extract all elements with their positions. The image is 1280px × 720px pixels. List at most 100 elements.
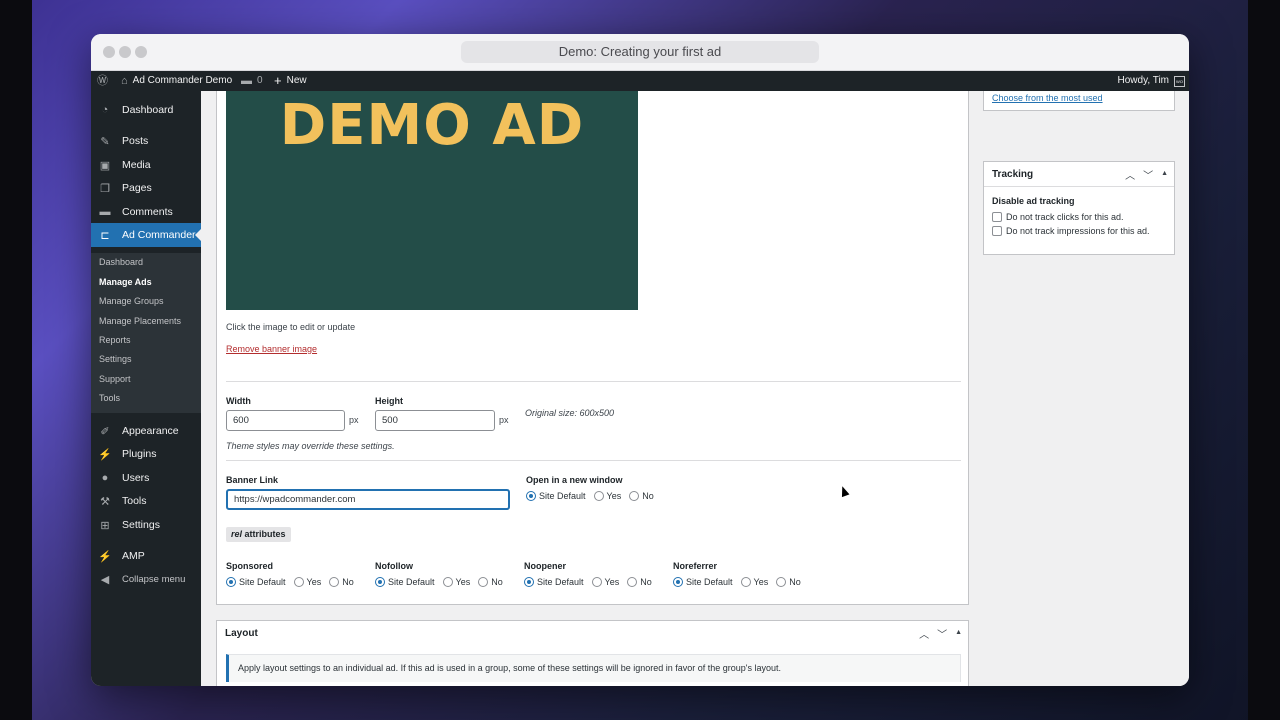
site-name-link[interactable]: ⌂ Ad Commander Demo	[121, 71, 232, 91]
radio-button[interactable]	[776, 577, 787, 587]
checkbox-label: Do not track impressions for this ad.	[1006, 226, 1150, 236]
rel-attributes-toggle[interactable]: rel attributes	[226, 527, 291, 542]
collapse-panel-icon[interactable]: ▲	[955, 626, 962, 641]
submenu-item-manage-groups[interactable]: Manage Groups	[99, 296, 164, 306]
radio-button[interactable]	[293, 577, 304, 587]
comments-link[interactable]: ▬ 0	[241, 71, 263, 91]
nofollow-option-site-default[interactable]: Site Default	[375, 577, 435, 587]
noopener-option-no[interactable]: No	[627, 577, 652, 587]
radio-button[interactable]	[524, 577, 534, 587]
submenu-item-dashboard[interactable]: Dashboard	[99, 257, 143, 267]
sidebar-item-plugins[interactable]: ⚡ Plugins	[91, 442, 201, 466]
new-label: New	[286, 75, 307, 86]
sidebar-item-media[interactable]: ▣ Media	[91, 153, 201, 177]
banner-image-text: DEMO AD	[279, 93, 585, 158]
remove-banner-link[interactable]: Remove banner image	[226, 344, 317, 354]
option-label: Yes	[455, 577, 471, 587]
collapse-panel-icon[interactable]: ▲	[1161, 167, 1168, 182]
sponsored-option-yes[interactable]: Yes	[293, 577, 322, 587]
submenu-item-settings[interactable]: Settings	[99, 354, 132, 364]
new-content-link[interactable]: + New	[274, 71, 307, 91]
zoom-window-button[interactable]	[135, 46, 147, 58]
sidebar-item-users[interactable]: ● Users	[91, 466, 201, 490]
submenu-item-reports[interactable]: Reports	[99, 335, 131, 345]
move-down-icon[interactable]: ﹀	[937, 626, 947, 641]
submenu-item-manage-ads[interactable]: Manage Ads	[99, 277, 152, 287]
radio-button[interactable]	[593, 491, 604, 501]
sidebar-item-amp[interactable]: ⚡ AMP	[91, 544, 201, 568]
track-clicks-option[interactable]: Do not track clicks for this ad.	[992, 212, 1124, 222]
noopener-option-site-default[interactable]: Site Default	[524, 577, 584, 587]
sponsored-option-no[interactable]: No	[329, 577, 354, 587]
wordpress-logo-icon[interactable]: Ⓦ	[97, 71, 108, 91]
account-menu[interactable]: Howdy, Tim WO	[1117, 71, 1185, 91]
submenu-item-support[interactable]: Support	[99, 374, 131, 384]
divider	[226, 460, 961, 461]
sidebar-item-dashboard[interactable]: ◔ Dashboard	[91, 98, 201, 122]
new-window-option-site-default[interactable]: Site Default	[526, 491, 586, 501]
move-up-icon[interactable]: ︿	[1125, 167, 1135, 182]
panel-controls: ︿ ﹀ ▲	[919, 626, 962, 641]
radio-button[interactable]	[442, 577, 453, 587]
noreferrer-option-yes[interactable]: Yes	[740, 577, 769, 587]
amp-icon: ⚡	[98, 550, 112, 563]
ad-commander-submenu: Dashboard Manage Ads Manage Groups Manag…	[91, 253, 201, 413]
close-window-button[interactable]	[103, 46, 115, 58]
radio-button[interactable]	[226, 577, 236, 587]
submenu-item-manage-placements[interactable]: Manage Placements	[99, 316, 181, 326]
radio-button[interactable]	[478, 577, 489, 587]
noreferrer-option-site-default[interactable]: Site Default	[673, 577, 733, 587]
option-label: Site Default	[686, 577, 733, 587]
option-label: Yes	[306, 577, 322, 587]
new-window-option-yes[interactable]: Yes	[593, 491, 621, 501]
nofollow-option-yes[interactable]: Yes	[442, 577, 471, 587]
sidebar-item-posts[interactable]: ✎ Posts	[91, 129, 201, 153]
sidebar-item-tools[interactable]: ⚒ Tools	[91, 489, 201, 513]
greeting: Howdy, Tim	[1117, 75, 1170, 86]
option-label: Site Default	[239, 577, 286, 587]
option-label: Yes	[753, 577, 769, 587]
radio-button[interactable]	[375, 577, 385, 587]
checkbox-label: Do not track clicks for this ad.	[1006, 212, 1124, 222]
sidebar-item-ad-commander[interactable]: ⊏ Ad Commander	[91, 223, 201, 247]
sidebar-item-appearance[interactable]: ✐ Appearance	[91, 419, 201, 443]
sidebar-item-settings[interactable]: ⊞ Settings	[91, 513, 201, 537]
track-impressions-checkbox[interactable]	[992, 226, 1002, 236]
banner-link-input[interactable]: https://wpadcommander.com	[226, 489, 510, 510]
radio-button[interactable]	[526, 491, 536, 501]
sidebar-item-comments[interactable]: ▬ Comments	[91, 200, 201, 224]
minimize-window-button[interactable]	[119, 46, 131, 58]
new-window-option-no[interactable]: No	[629, 491, 654, 501]
sidebar-item-pages[interactable]: ❐ Pages	[91, 176, 201, 200]
banner-image[interactable]: DEMO AD	[226, 91, 638, 310]
radio-button[interactable]	[740, 577, 751, 587]
noopener-option-yes[interactable]: Yes	[591, 577, 619, 587]
track-impressions-option[interactable]: Do not track impressions for this ad.	[992, 226, 1150, 236]
collapse-menu-button[interactable]: ◀ Collapse menu	[91, 567, 201, 591]
noreferrer-option-no[interactable]: No	[776, 577, 801, 587]
rel-label: rel	[231, 529, 243, 539]
radio-button[interactable]	[591, 577, 602, 587]
nofollow-option-no[interactable]: No	[478, 577, 503, 587]
option-label: Site Default	[388, 577, 435, 587]
option-label: No	[640, 577, 652, 587]
title-bar: Demo: Creating your first ad	[91, 34, 1189, 71]
move-up-icon[interactable]: ︿	[919, 626, 929, 641]
move-down-icon[interactable]: ﹀	[1143, 167, 1153, 182]
radio-button[interactable]	[627, 577, 638, 587]
submenu-item-tools[interactable]: Tools	[99, 393, 120, 403]
sidebar-item-label: Settings	[122, 519, 160, 531]
option-label: No	[491, 577, 503, 587]
radio-button[interactable]	[673, 577, 683, 587]
track-clicks-checkbox[interactable]	[992, 212, 1002, 222]
choose-most-used-link[interactable]: Choose from the most used	[992, 93, 1103, 103]
brush-icon: ✐	[100, 425, 110, 438]
sponsored-option-site-default[interactable]: Site Default	[226, 577, 286, 587]
width-input[interactable]: 600	[226, 410, 345, 431]
main-content: DEMO AD Click the image to edit or updat…	[201, 91, 1189, 686]
height-input[interactable]: 500	[375, 410, 495, 431]
sidebar-item-label: Tools	[122, 495, 147, 507]
noreferrer-radio-group: Site Default Yes No	[673, 577, 801, 587]
radio-button[interactable]	[629, 491, 640, 501]
radio-button[interactable]	[329, 577, 340, 587]
